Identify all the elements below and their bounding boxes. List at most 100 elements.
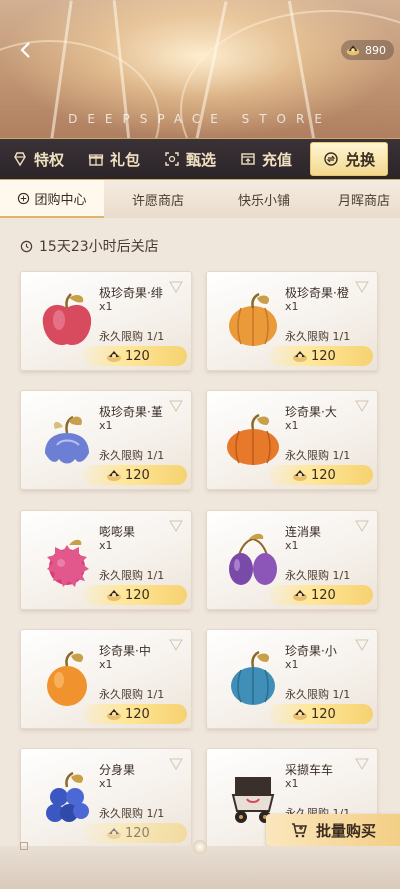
triangle-deco-icon — [355, 400, 369, 412]
wish-coin-icon — [293, 351, 307, 362]
purchase-limit: 永久限购 1/1 — [99, 330, 165, 343]
product-quantity: x1 — [285, 658, 299, 671]
product-quantity: x1 — [285, 419, 299, 432]
page-indicator — [193, 840, 207, 854]
timer-text: 15天23小时后关店 — [39, 239, 159, 255]
tab-label: 许愿商店 — [131, 193, 184, 209]
product-card[interactable]: 珍奇果·大 x1 永久限购 1/1 120 — [206, 390, 378, 490]
wish-coin-icon — [107, 590, 121, 601]
price-value: 120 — [311, 706, 336, 722]
product-quantity: x1 — [99, 300, 113, 313]
chevron-left-icon — [20, 42, 30, 58]
violet-fruit-icon — [35, 409, 99, 473]
purchase-limit: 永久限购 1/1 — [285, 449, 351, 462]
main-nav: 特权 礼包 甄选 充值 兑换 — [0, 138, 400, 180]
tab-label: 月晖商店 — [338, 193, 391, 209]
wish-coin-icon — [107, 828, 121, 839]
orange-fruit-icon — [35, 648, 99, 712]
price-value: 120 — [125, 348, 150, 364]
triangle-deco-icon — [169, 400, 183, 412]
tab-label: 快乐小铺 — [237, 193, 290, 209]
purchase-limit: 永久限购 1/1 — [285, 330, 351, 343]
tab-happy-shop[interactable]: 快乐小铺 — [212, 180, 316, 218]
product-quantity: x1 — [99, 658, 113, 671]
corner-decoration — [20, 842, 28, 850]
topup-icon — [241, 153, 255, 165]
product-name: 极珍奇果·堇 — [99, 405, 163, 419]
tab-label: 充值 — [262, 150, 293, 169]
tab-label: 礼包 — [110, 150, 141, 169]
triangle-deco-icon — [169, 758, 183, 770]
product-card[interactable]: 嘭嘭果 x1 永久限购 1/1 120 — [20, 510, 192, 610]
purchase-limit: 永久限购 1/1 — [99, 807, 165, 820]
back-button[interactable] — [14, 38, 38, 62]
price-button[interactable]: 120 — [269, 346, 373, 366]
price-value: 120 — [125, 706, 150, 722]
tab-label: 特权 — [34, 150, 65, 169]
group-buy-icon — [18, 192, 30, 204]
large-pumpkin-fruit-icon — [221, 409, 285, 473]
price-button[interactable]: 120 — [269, 465, 373, 485]
currency-display[interactable]: 890 — [341, 40, 394, 60]
triangle-deco-icon — [169, 639, 183, 651]
purchase-limit: 永久限购 1/1 — [99, 569, 165, 582]
currency-value: 890 — [365, 43, 386, 57]
product-card[interactable]: 珍奇果·小 x1 永久限购 1/1 120 — [206, 629, 378, 729]
sub-tabs: 团购中心 许愿商店 快乐小铺 月晖商店 — [0, 180, 400, 218]
price-value: 120 — [125, 467, 150, 483]
purchase-limit: 永久限购 1/1 — [285, 688, 351, 701]
price-button[interactable]: 120 — [83, 346, 187, 366]
tab-label: 兑换 — [345, 150, 376, 169]
tab-topup[interactable]: 充值 — [228, 142, 304, 176]
product-card[interactable]: 连消果 x1 永久限购 1/1 120 — [206, 510, 378, 610]
cart-icon — [291, 823, 307, 838]
tab-group-buy[interactable]: 团购中心 — [0, 180, 104, 218]
exchange-icon — [324, 152, 338, 166]
price-value: 120 — [311, 587, 336, 603]
price-button[interactable]: 120 — [83, 823, 187, 843]
product-name: 分身果 — [99, 763, 136, 777]
product-card[interactable]: 极珍奇果·堇 x1 永久限购 1/1 120 — [20, 390, 192, 490]
product-card[interactable]: 极珍奇果·橙 x1 永久限购 1/1 120 — [206, 271, 378, 371]
product-card[interactable]: 分身果 x1 永久限购 1/1 120 — [20, 748, 192, 848]
tab-moon-store[interactable]: 月晖商店 — [316, 180, 400, 218]
spiky-pink-fruit-icon — [35, 529, 99, 593]
blue-fruit-icon — [221, 648, 285, 712]
bulk-buy-button[interactable]: 批量购买 — [266, 814, 400, 846]
price-value: 120 — [311, 348, 336, 364]
tab-select[interactable]: 甄选 — [152, 142, 228, 176]
red-apple-fruit-icon — [35, 290, 99, 354]
price-button[interactable]: 120 — [83, 704, 187, 724]
tab-gift-pack[interactable]: 礼包 — [76, 142, 152, 176]
product-card[interactable]: 珍奇果·中 x1 永久限购 1/1 120 — [20, 629, 192, 729]
product-name: 珍奇果·大 — [285, 405, 337, 419]
tab-exchange[interactable]: 兑换 — [310, 142, 389, 176]
product-quantity: x1 — [285, 300, 299, 313]
price-button[interactable]: 120 — [269, 704, 373, 724]
blueberry-cluster-icon — [35, 767, 99, 831]
product-card[interactable]: 极珍奇果·绯 x1 永久限购 1/1 120 — [20, 271, 192, 371]
price-value: 120 — [125, 587, 150, 603]
purchase-limit: 永久限购 1/1 — [99, 449, 165, 462]
price-button[interactable]: 120 — [83, 465, 187, 485]
store-close-timer: 15天23小时后关店 — [20, 236, 159, 256]
purchase-limit: 永久限购 1/1 — [99, 688, 165, 701]
tab-privilege[interactable]: 特权 — [0, 142, 76, 176]
product-quantity: x1 — [285, 539, 299, 552]
wish-coin-icon — [293, 470, 307, 481]
triangle-deco-icon — [355, 281, 369, 293]
price-button[interactable]: 120 — [269, 585, 373, 605]
tab-wish-store[interactable]: 许愿商店 — [104, 180, 212, 218]
triangle-deco-icon — [355, 758, 369, 770]
product-quantity: x1 — [99, 419, 113, 432]
product-name: 极珍奇果·橙 — [285, 286, 349, 300]
clock-icon — [20, 240, 33, 252]
bottom-bar — [0, 840, 400, 889]
diamond-icon — [14, 152, 26, 167]
product-quantity: x1 — [99, 539, 113, 552]
price-button[interactable]: 120 — [83, 585, 187, 605]
purchase-limit: 永久限购 1/1 — [285, 569, 351, 582]
bulk-buy-label: 批量购买 — [315, 821, 376, 840]
product-name: 连消果 — [285, 525, 322, 539]
wish-coin-icon — [107, 351, 121, 362]
